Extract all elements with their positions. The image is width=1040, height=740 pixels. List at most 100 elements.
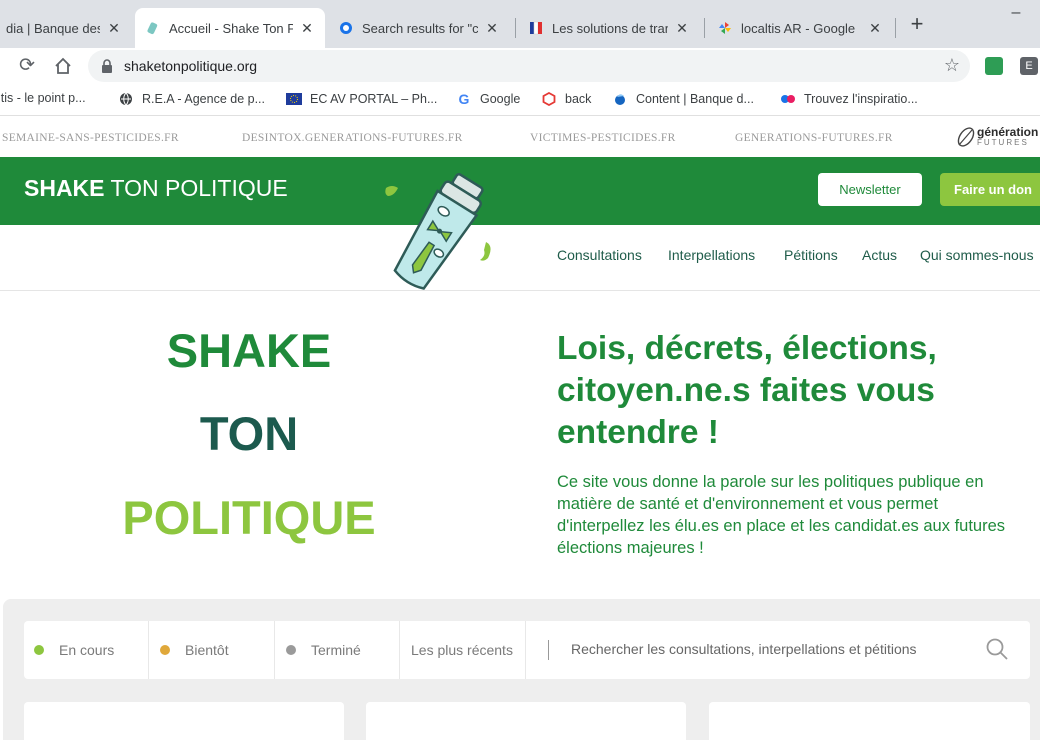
hexagon-icon [541,91,557,107]
logo-text: génération [977,125,1039,139]
nav-qui-sommes-nous[interactable]: Qui sommes-nous [920,247,1034,263]
tab-separator [515,18,516,38]
tab-separator [895,18,896,38]
bookmark-label: EC AV PORTAL – Ph... [310,92,438,106]
filter-termine[interactable]: Terminé [286,621,361,679]
extension-icon[interactable] [985,57,1003,75]
url-text: shaketonpolitique.org [124,58,258,74]
search-icon[interactable] [985,637,1009,661]
bookmark-label: Google [480,92,521,106]
status-dot [34,645,44,655]
bookmark-star-icon[interactable]: ☆ [944,55,960,76]
donate-button[interactable]: Faire un don [940,173,1040,206]
bookmark-back[interactable]: back [541,91,591,107]
filter-bar: En cours Bientôt Terminé Les plus récent… [24,621,1030,679]
bookmark-google[interactable]: G Google [456,91,521,107]
filter-bientot[interactable]: Bientôt [160,621,229,679]
filter-label: Terminé [311,642,361,658]
close-icon[interactable]: ✕ [484,20,500,37]
sort-label: Les plus récents [411,642,513,658]
reload-icon[interactable]: ⟳ [14,53,40,79]
close-icon[interactable]: ✕ [299,20,315,37]
brand-bold: SHAKE [24,175,105,201]
bookmark-label: R.E.A - Agence de p... [142,92,265,106]
bookmarks-bar: ltis - le point p... R.E.A - Agence de p… [0,84,1040,116]
bookmark-trouvez[interactable]: Trouvez l'inspiratio... [780,91,918,107]
shaker-logo-icon[interactable] [376,166,502,298]
tab-title: dia | Banque des [6,20,100,36]
close-icon[interactable]: ✕ [867,20,883,37]
shaker-favicon-icon [145,20,161,36]
extension-e-icon[interactable]: E [1020,57,1038,75]
tab-separator [704,18,705,38]
nav-actus[interactable]: Actus [862,247,897,263]
tab-localtis[interactable]: localtis AR - Google ✕ [707,8,893,48]
status-dot [286,645,296,655]
partner-link[interactable]: SEMAINE-SANS-PESTICIDES.FR [2,132,179,144]
partner-sites-bar: SEMAINE-SANS-PESTICIDES.FR DESINTOX.GENE… [0,117,1040,157]
filter-en-cours[interactable]: En cours [34,621,114,679]
generations-futures-logo[interactable]: génération FUTURES [955,126,1038,148]
tab-title: Les solutions de tran [552,20,668,36]
divider [148,621,149,679]
tab-search-results[interactable]: Search results for "cc ✕ [328,8,510,48]
logo-subtext: FUTURES [977,138,1029,147]
nav-consultations[interactable]: Consultations [557,247,642,263]
partner-link[interactable]: DESINTOX.GENERATIONS-FUTURES.FR [242,132,463,144]
leaf-icon [957,127,975,147]
globe-icon [118,91,134,107]
filter-label: Bientôt [185,642,229,658]
tab-banque[interactable]: dia | Banque des ✕ [0,8,132,48]
flag-favicon-icon [528,20,544,36]
minimize-button[interactable]: – [1004,4,1028,24]
partner-link[interactable]: GENERATIONS-FUTURES.FR [735,132,893,144]
browser-toolbar: ⟳ shaketonpolitique.org ☆ E [0,48,1040,84]
new-tab-button[interactable]: + [905,12,929,36]
nav-petitions[interactable]: Pétitions [784,247,838,263]
content-card[interactable] [366,702,686,740]
close-icon[interactable]: ✕ [674,20,690,37]
drop-icon [612,91,628,107]
bookmark-localtis[interactable]: ltis - le point p... [0,91,86,105]
divider [525,621,526,679]
sort-most-recent[interactable]: Les plus récents [411,621,513,679]
tab-title: localtis AR - Google [741,20,856,36]
main-nav: Consultations Interpellations Pétitions … [0,225,1040,291]
newsletter-button[interactable]: Newsletter [818,173,922,206]
eu-flag-icon [286,91,302,107]
tab-title: Search results for "cc [362,20,478,36]
divider [274,621,275,679]
search-favicon-icon [338,20,354,36]
google-icon: G [458,91,470,107]
filter-label: En cours [59,642,115,658]
hero-word-shake: SHAKE [166,324,332,377]
lock-icon [102,59,112,73]
bookmark-label: back [565,92,592,106]
tab-solutions[interactable]: Les solutions de tran ✕ [518,8,700,48]
site-brand[interactable]: SHAKE TON POLITIQUE [24,175,288,202]
bookmark-label: ltis - le point p... [0,91,86,105]
home-icon[interactable] [50,53,76,79]
bookmark-rea[interactable]: R.E.A - Agence de p... [118,91,265,107]
status-dot [160,645,170,655]
divider [399,621,400,679]
partner-link[interactable]: VICTIMES-PESTICIDES.FR [530,132,676,144]
pinwheel-favicon-icon [717,20,733,36]
content-card[interactable] [709,702,1030,740]
tab-title: Accueil - Shake Ton P [169,20,293,36]
bookmark-content-banque[interactable]: Content | Banque d... [612,91,754,107]
search-pipe [548,640,549,660]
bookmark-label: Trouvez l'inspiratio... [804,92,918,106]
search-input[interactable] [571,641,951,657]
tab-strip: dia | Banque des ✕ Accueil - Shake Ton P… [0,0,1040,48]
content-card[interactable] [24,702,344,740]
tab-shake-ton-politique[interactable]: Accueil - Shake Ton P ✕ [135,8,325,48]
close-icon[interactable]: ✕ [106,20,122,37]
site-header: SHAKE TON POLITIQUE Newsletter Faire un … [0,157,1040,225]
dots-icon [780,91,796,107]
address-bar[interactable]: shaketonpolitique.org ☆ [88,50,970,82]
nav-interpellations[interactable]: Interpellations [668,247,755,263]
bookmark-ec-av-portal[interactable]: EC AV PORTAL – Ph... [286,91,437,107]
hero-word-politique: POLITIQUE [122,491,376,544]
brand-rest: TON POLITIQUE [104,175,288,201]
